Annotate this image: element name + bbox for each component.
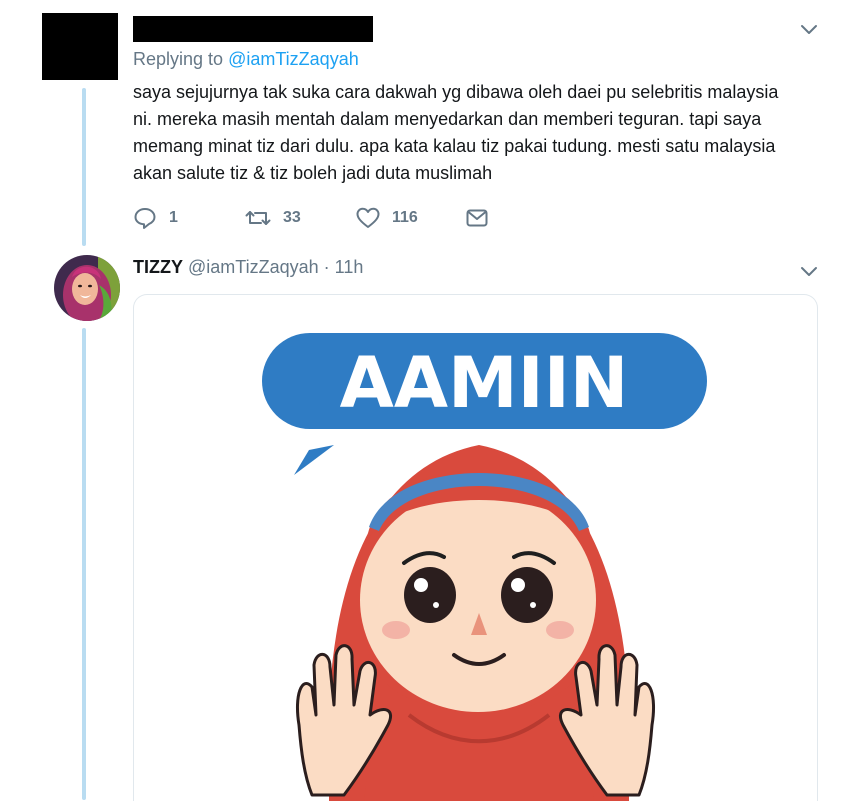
tweet-text-line: ni. mereka masih mentah dalam menyedarka… <box>133 109 762 129</box>
chevron-down-icon[interactable] <box>800 20 818 38</box>
replying-to-handle-link[interactable]: @iamTizZaqyah <box>228 49 359 69</box>
bubble-text: AAMIIN <box>340 342 629 424</box>
retweet-icon <box>245 211 271 225</box>
display-name[interactable]: TIZZY <box>133 257 183 277</box>
replying-to-label: Replying to <box>133 49 224 69</box>
tweet-media[interactable]: AAMIIN <box>133 294 818 801</box>
retweet-action[interactable]: 33 <box>245 207 356 229</box>
aamiin-sticker-image: AAMIIN <box>262 333 707 801</box>
tweet-text-line: memang minat tiz dari dulu. apa kata kal… <box>133 136 776 156</box>
username-redacted[interactable] <box>133 16 373 42</box>
like-count: 116 <box>392 209 418 226</box>
tweet-timestamp[interactable]: · 11h <box>324 257 364 277</box>
chevron-down-icon[interactable] <box>800 262 818 280</box>
reply-count: 1 <box>169 209 178 226</box>
avatar[interactable] <box>54 255 120 321</box>
tweet-actions: 1 33 116 <box>133 204 488 232</box>
thread-line-bottom <box>82 328 86 800</box>
tweet-text-line: saya sejujurnya tak suka cara dakwah yg … <box>133 82 779 102</box>
reply-icon <box>134 208 156 229</box>
tweet-text: saya sejujurnya tak suka cara dakwah yg … <box>133 79 833 187</box>
avatar-redacted[interactable] <box>42 13 118 80</box>
direct-message-action[interactable] <box>466 208 488 228</box>
thread-line-top <box>82 88 86 246</box>
user-handle[interactable]: @iamTizZaqyah <box>188 257 319 277</box>
message-icon <box>466 209 488 227</box>
reply-action[interactable]: 1 <box>133 207 245 229</box>
retweet-count: 33 <box>283 209 301 226</box>
heart-icon <box>356 207 380 228</box>
tweet-header: TIZZY @iamTizZaqyah · 11h <box>133 257 363 278</box>
tweet-text-line: akan salute tiz & tiz boleh jadi duta mu… <box>133 163 493 183</box>
like-action[interactable]: 116 <box>356 207 466 229</box>
replying-to-line: Replying to @iamTizZaqyah <box>133 49 359 70</box>
